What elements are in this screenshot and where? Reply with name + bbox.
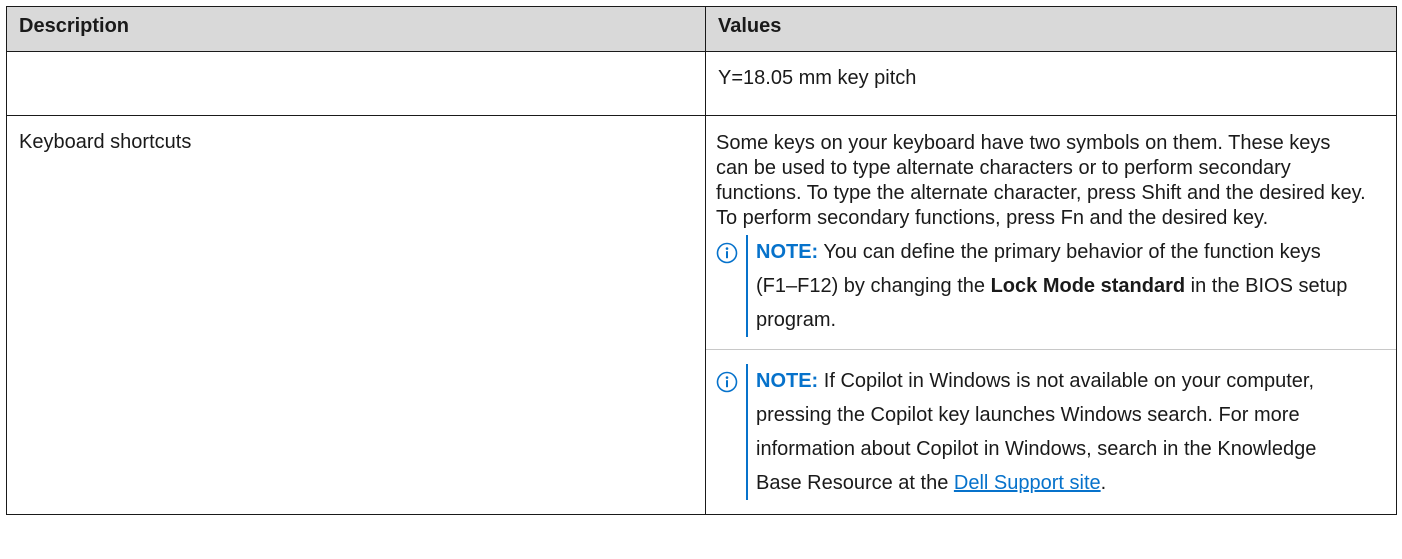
table-row: Y=18.05 mm key pitch (6, 51, 1397, 116)
note-body: NOTE: You can define the primary behavio… (746, 235, 1366, 337)
note-bold-text: Lock Mode standard (990, 275, 1186, 297)
row1-description (6, 51, 706, 116)
note-lock-mode: NOTE: You can define the primary behavio… (716, 235, 1366, 337)
row2-description: Keyboard shortcuts (6, 115, 706, 515)
note-label: NOTE: (756, 241, 819, 263)
dell-support-link[interactable]: Dell Support site (954, 472, 1101, 494)
table-header-row: Description Values (6, 6, 1397, 52)
note-text-end: . (1100, 472, 1107, 494)
shortcuts-paragraph: Some keys on your keyboard have two symb… (716, 132, 1366, 229)
table-row: Keyboard shortcuts Some keys on your key… (6, 115, 1397, 515)
note-body: NOTE: If Copilot in Windows is not avail… (746, 364, 1366, 500)
spec-table: Description Values Y=18.05 mm key pitch … (6, 6, 1397, 515)
info-circle-icon (716, 364, 746, 404)
row2-value: Some keys on your keyboard have two symb… (705, 115, 1397, 515)
header-values: Values (705, 6, 1397, 52)
info-circle-icon (716, 235, 746, 275)
header-description: Description (6, 6, 706, 52)
row1-value: Y=18.05 mm key pitch (705, 51, 1397, 116)
note-label: NOTE: (756, 370, 819, 392)
note-copilot: NOTE: If Copilot in Windows is not avail… (716, 364, 1366, 500)
note-divider (706, 349, 1396, 350)
